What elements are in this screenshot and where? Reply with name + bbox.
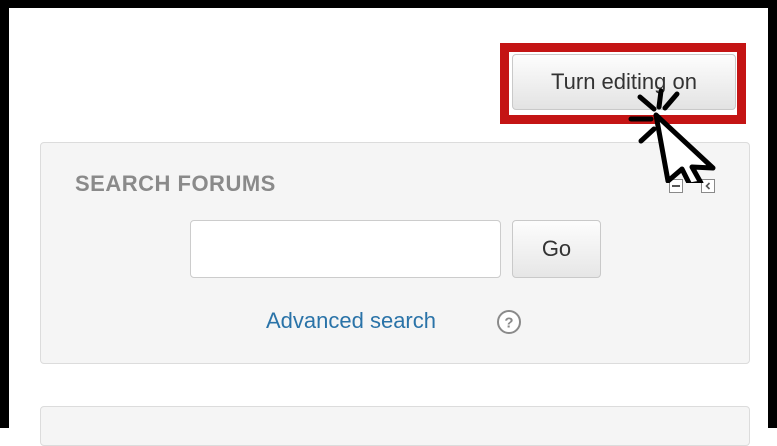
search-input[interactable]	[190, 220, 501, 278]
next-block	[40, 406, 750, 446]
svg-text:?: ?	[504, 315, 513, 332]
frame-right-border	[768, 0, 777, 428]
block-title: SEARCH FORUMS	[75, 171, 276, 196]
minus-icon[interactable]	[669, 179, 683, 193]
frame-top-border	[0, 0, 777, 8]
highlight-box	[500, 43, 746, 124]
advanced-search-link[interactable]: Advanced search	[266, 308, 436, 334]
frame-left-border	[0, 0, 9, 428]
help-icon[interactable]: ?	[487, 307, 525, 337]
chevron-left-icon[interactable]	[701, 179, 715, 193]
go-button[interactable]: Go	[512, 220, 601, 278]
